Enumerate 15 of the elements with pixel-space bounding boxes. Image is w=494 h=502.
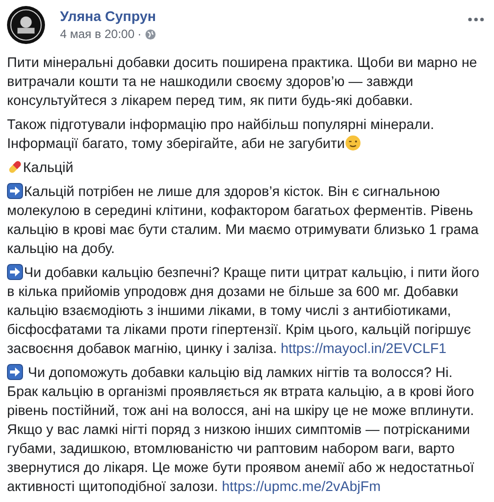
post-paragraph: Пити мінеральні добавки досить поширена практика. Щоби ви марно не витрачали кошти та не нашкодили своєму здоров’ю — завжди консультуйтеся з лікарем перед тим, як пити будь-які добавки. <box>7 53 478 110</box>
link[interactable]: https://upmc.me/2vAbjFm <box>222 478 381 494</box>
separator-dot: · <box>138 27 142 42</box>
profile-logo[interactable] <box>7 6 45 44</box>
author-name[interactable]: Уляна Супрун <box>60 8 156 24</box>
post-paragraph: Чи добавки кальцію безпечні? Краще пити цитрат кальцію, і пити його в кілька прийомів упродовж дня дозами не більше за 600 мг. Добавки кальцію взаємодіють з іншими ліками, в тому числі з антибіотиками, бісфосфатами та ліками проти гіпертензії. Крім цього, кальцій погіршує засвоєння добавок магнію, цинку і заліза. https://mayocl.in/2EVCLF1 <box>7 263 480 358</box>
post-paragraph: Чи допоможуть добавки кальцію від ламких нігтів та волосся? Ні. Брак кальцію в організмі проявляється як втрата кальцію, а в крові його рівень постійний, тож ані на волосся, ані на шкіру це не може вплинути. Якщо у вас ламкі нігті поряд з низкою інших симптомів — потрісканими губами, задишкою, втомлюваністю чи раптовим набором ваги, варто звернутися до лікаря. Це може бути проявом анемії або ж недостатньої активності щитоподібної залози. https://upmc.me/2vAbjFm <box>7 363 476 496</box>
more-options-icon[interactable] <box>468 17 484 22</box>
post-paragraph: Кальцій потрібен не лише для здоров’я кісток. Він є сигнальною молекулою в середині клітини, кофактором багатьох ферментів. Рівень кальцію в крові має бути сталим. Ми маємо отримувати близько 1 грама кальцію на добу. <box>7 182 480 258</box>
globe-icon[interactable] <box>144 29 156 40</box>
winking-face-icon <box>344 135 361 151</box>
post-paragraph: Кальцій <box>7 158 483 177</box>
link[interactable]: https://mayocl.in/2EVCLF1 <box>280 340 446 356</box>
post-time[interactable]: 4 мая в 20:00 <box>60 27 135 42</box>
post-paragraph: Також підготували інформацію про найбільш популярні мінерали. Інформації багато, тому зберігайте, аби не загубити <box>7 115 436 153</box>
